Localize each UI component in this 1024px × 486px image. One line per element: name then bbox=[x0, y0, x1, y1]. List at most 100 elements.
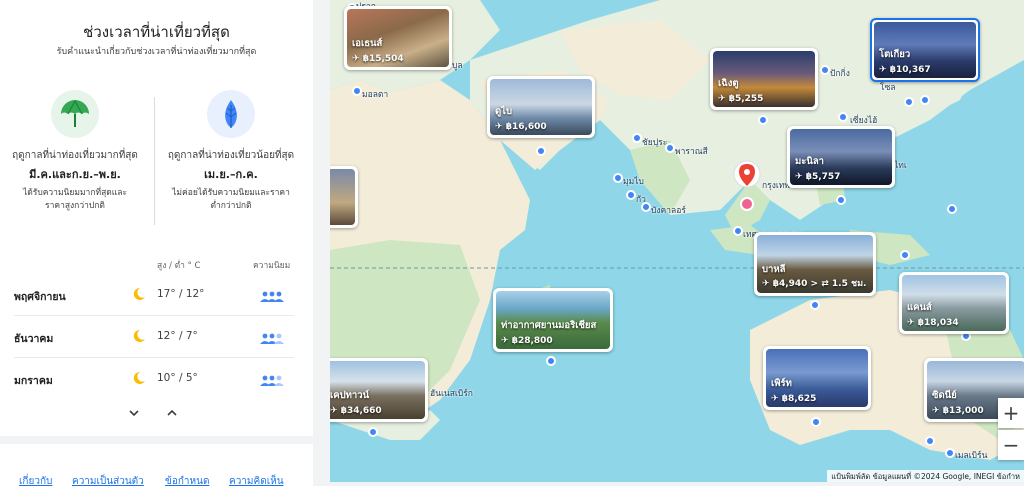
airport-dot[interactable] bbox=[836, 195, 846, 205]
temperature-header: สูง / ต่ำ ° C bbox=[157, 261, 201, 271]
map-label-city: ฮันเนสเบิร์ก bbox=[430, 389, 473, 399]
map-label-city: ชัยปุระ bbox=[642, 138, 668, 148]
destination-city: บาหลี bbox=[762, 264, 786, 275]
airport-dot[interactable] bbox=[613, 173, 623, 183]
destination-price: ✈ ฿4,940 > ⇄ 1.5 ชม. bbox=[762, 279, 867, 289]
partly-sunny-icon bbox=[131, 328, 147, 348]
airport-dot[interactable] bbox=[626, 190, 636, 200]
destination-card[interactable]: ดูไบ ✈ ฿16,600 bbox=[487, 76, 595, 138]
month-temperature: 17° / 12° bbox=[157, 288, 205, 300]
destination-city: เคปทาวน์ bbox=[330, 390, 370, 401]
origin-pin-icon[interactable] bbox=[733, 160, 761, 218]
month-name: มกราคม bbox=[14, 375, 53, 387]
airport-dot[interactable] bbox=[536, 146, 546, 156]
raindrop-leaf-icon bbox=[207, 90, 255, 138]
off-season-desc: ไม่ค่อยได้รับความนิยมและราคาต่ำกว่าปกติ bbox=[172, 188, 290, 211]
destination-price: ✈ ฿16,600 bbox=[495, 122, 547, 132]
destination-price: ✈ ฿28,800 bbox=[501, 336, 553, 346]
destination-card[interactable]: ท่าอากาศยานมอริเชียส ✈ ฿28,800 bbox=[493, 288, 613, 352]
crowd-icon bbox=[259, 288, 285, 307]
destination-card[interactable]: เพิร์ท ✈ ฿8,625 bbox=[763, 346, 871, 410]
map-label-city: บังคาลอร์ bbox=[651, 206, 686, 216]
partly-sunny-icon bbox=[131, 286, 147, 306]
best-time-panel: ช่วงเวลาที่น่าเที่ยวที่สุด รับคำแนะนำเกี… bbox=[0, 0, 313, 486]
price-value: ฿28,800 bbox=[511, 336, 553, 346]
month-name: ธันวาคม bbox=[14, 333, 54, 345]
airport-dot[interactable] bbox=[904, 97, 914, 107]
airport-dot[interactable] bbox=[838, 112, 848, 122]
footer-link-feedback[interactable]: ความคิดเห็น bbox=[229, 474, 284, 486]
destination-photo: แคนส์ ✈ ฿18,034 bbox=[902, 275, 1006, 331]
destination-price: ✈ ฿8,625 bbox=[771, 394, 817, 404]
destination-card[interactable]: มะนิลา ✈ ฿5,757 bbox=[787, 126, 895, 188]
price-value: ฿18,034 bbox=[917, 318, 959, 328]
airport-dot[interactable] bbox=[641, 202, 651, 212]
month-temperature: 10° / 5° bbox=[157, 372, 198, 384]
zoom-out-button[interactable]: − bbox=[998, 430, 1024, 460]
destination-photo: บาหลี ✈ ฿4,940 > ⇄ 1.5 ชม. bbox=[757, 235, 873, 293]
off-season: ฤดูกาลที่น่าท่องเที่ยวน้อยที่สุด เม.ย.–ก… bbox=[156, 90, 306, 213]
destination-photo: โตเกียว ✈ ฿10,367 bbox=[874, 22, 976, 78]
panel-separator bbox=[0, 436, 313, 444]
map-label-city: มุมไบ bbox=[623, 177, 644, 187]
airport-dot[interactable] bbox=[368, 427, 378, 437]
map-label-city: เมลเบิร์น bbox=[955, 451, 988, 461]
destination-photo: เอเธนส์ ✈ ฿15,504 bbox=[347, 9, 449, 67]
airport-dot[interactable] bbox=[665, 143, 675, 153]
destination-photo bbox=[330, 169, 355, 225]
map[interactable]: ปราก บูล มอลตา ปักกิ่ง เซี่ยงไฮ้ โซล มุม… bbox=[330, 0, 1024, 482]
map-label-city: ไทเ bbox=[894, 161, 907, 171]
map-attribution[interactable]: แป้นพิมพ์ลัด ข้อมูลแผนที่ ©2024 Google, … bbox=[827, 470, 1024, 482]
month-row[interactable]: มกราคม 10° / 5° bbox=[0, 358, 313, 400]
airport-dot[interactable] bbox=[352, 86, 362, 96]
destination-city: โตเกียว bbox=[879, 49, 911, 60]
map-label-city: มอลตา bbox=[362, 90, 389, 100]
destination-card[interactable]: บาหลี ✈ ฿4,940 > ⇄ 1.5 ชม. bbox=[754, 232, 876, 296]
destination-price: ✈ ฿10,367 bbox=[879, 65, 931, 75]
destination-card[interactable]: เคปทาวน์ ✈ ฿34,660 bbox=[330, 358, 428, 422]
price-value: ฿13,000 bbox=[942, 406, 984, 416]
peak-season-desc: ได้รับความนิยมมากที่สุดและราคาสูงกว่าปกต… bbox=[22, 188, 128, 211]
month-row[interactable]: ธันวาคม 12° / 7° bbox=[0, 316, 313, 358]
peak-season-label: ฤดูกาลที่น่าท่องเที่ยวมากที่สุด bbox=[12, 150, 138, 161]
airport-dot[interactable] bbox=[811, 417, 821, 427]
crowd-icon bbox=[259, 330, 285, 349]
destination-card[interactable]: เฉิงตู ✈ ฿5,255 bbox=[710, 48, 818, 110]
airport-dot[interactable] bbox=[947, 204, 957, 214]
off-season-label: ฤดูกาลที่น่าท่องเที่ยวน้อยที่สุด bbox=[167, 150, 295, 161]
price-value: ฿16,600 bbox=[505, 122, 547, 132]
month-row[interactable]: พฤศจิกายน 17° / 12° bbox=[0, 274, 313, 316]
chevron-down-icon[interactable] bbox=[128, 408, 140, 421]
airport-dot[interactable] bbox=[632, 133, 642, 143]
destination-card[interactable]: โตเกียว ✈ ฿10,367 bbox=[870, 18, 980, 82]
airport-dot[interactable] bbox=[758, 115, 768, 125]
airport-dot[interactable] bbox=[733, 226, 743, 236]
umbrella-icon bbox=[51, 90, 99, 138]
footer-link-terms[interactable]: ข้อกำหนด bbox=[165, 474, 209, 486]
airport-dot[interactable] bbox=[925, 436, 935, 446]
destination-card[interactable]: เอเธนส์ ✈ ฿15,504 bbox=[344, 6, 452, 70]
panel-title: ช่วงเวลาที่น่าเที่ยวที่สุด bbox=[83, 23, 230, 41]
month-temperature: 12° / 7° bbox=[157, 330, 198, 342]
airport-dot[interactable] bbox=[920, 95, 930, 105]
airport-dot[interactable] bbox=[546, 356, 556, 366]
airport-dot[interactable] bbox=[820, 65, 830, 75]
map-label-city: โซล bbox=[880, 83, 896, 93]
airport-dot[interactable] bbox=[810, 300, 820, 310]
destination-city: เพิร์ท bbox=[771, 378, 792, 389]
destination-photo: ท่าอากาศยานมอริเชียส ✈ ฿28,800 bbox=[496, 291, 610, 349]
map-label-city: เซี่ยงไฮ้ bbox=[850, 116, 878, 126]
airport-dot[interactable] bbox=[900, 250, 910, 260]
airport-dot[interactable] bbox=[945, 448, 955, 458]
footer-link-privacy[interactable]: ความเป็นส่วนตัว bbox=[72, 474, 144, 486]
price-value: ฿4,940 bbox=[772, 279, 808, 289]
destination-card[interactable]: แคนส์ ✈ ฿18,034 bbox=[899, 272, 1009, 334]
destination-price: ✈ ฿5,255 bbox=[718, 94, 764, 104]
price-value: ฿15,504 bbox=[362, 54, 404, 64]
footer-link-about[interactable]: เกี่ยวกับ bbox=[19, 474, 52, 486]
destination-price: ✈ ฿15,504 bbox=[352, 54, 404, 64]
zoom-in-button[interactable]: + bbox=[998, 398, 1024, 428]
price-value: ฿5,255 bbox=[728, 94, 764, 104]
chevron-up-icon[interactable] bbox=[166, 408, 178, 421]
destination-card-partial[interactable] bbox=[330, 166, 358, 228]
